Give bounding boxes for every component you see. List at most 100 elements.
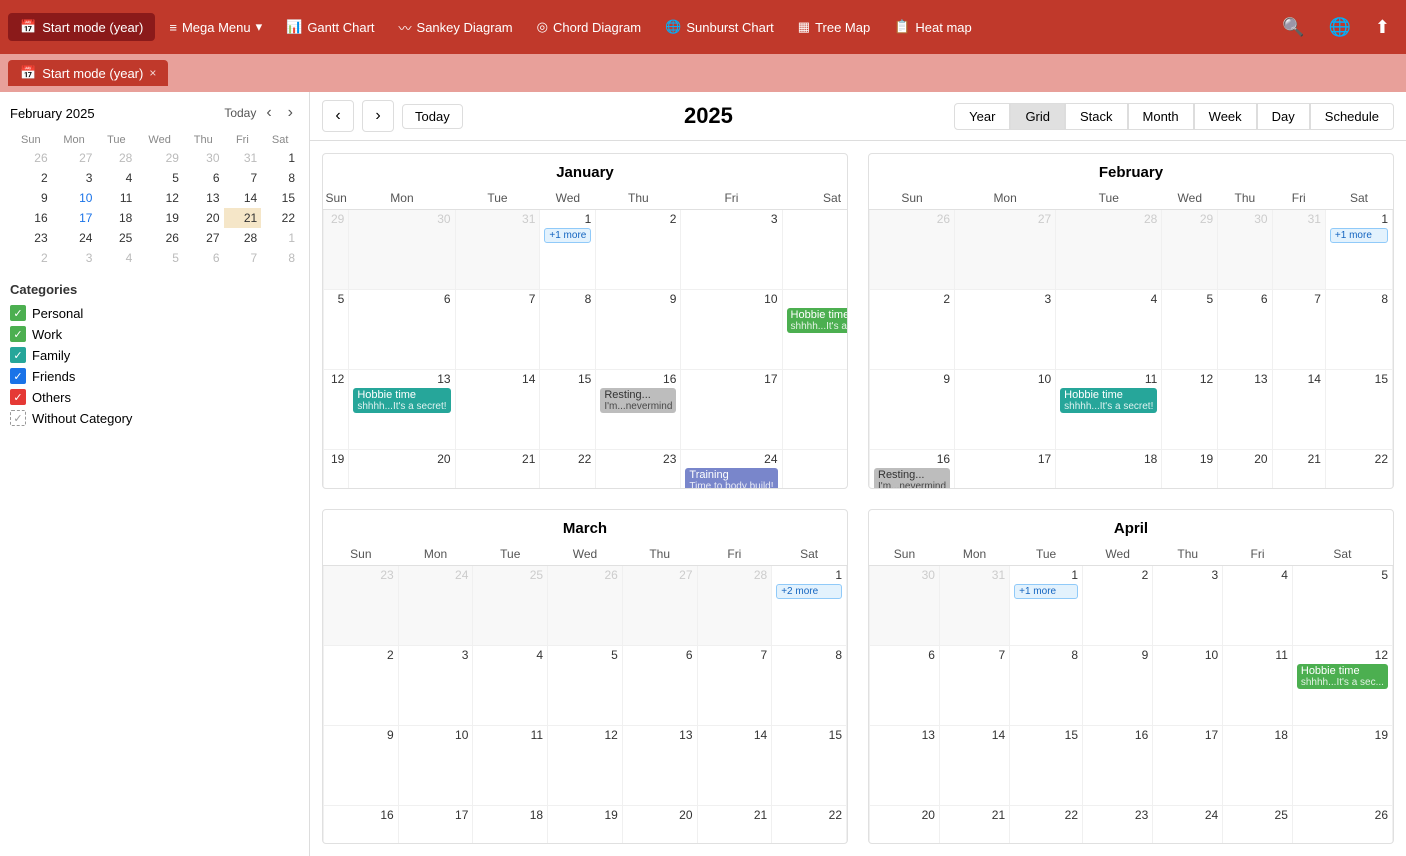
month-day-cell[interactable]: 14 [697, 725, 772, 805]
mini-cal-day[interactable]: 19 [136, 208, 183, 228]
month-day-cell[interactable]: 2 [870, 290, 955, 370]
share-button[interactable]: ⬆ [1367, 13, 1398, 42]
month-day-cell[interactable]: 10 [398, 725, 473, 805]
event-pill[interactable]: TrainingTime to body build! [685, 468, 777, 489]
mini-cal-day[interactable]: 1 [261, 148, 299, 168]
mega-menu-button[interactable]: ≡ Mega Menu ▾ [159, 13, 272, 41]
mini-cal-day[interactable]: 15 [261, 188, 299, 208]
month-day-cell[interactable]: 10 [681, 290, 782, 370]
month-day-cell[interactable]: 5 [1162, 290, 1218, 370]
view-btn-grid[interactable]: Grid [1010, 103, 1065, 130]
month-day-cell[interactable]: 13 [1218, 370, 1272, 450]
month-day-cell[interactable]: 28 [697, 565, 772, 645]
mini-cal-day[interactable]: 10 [52, 188, 97, 208]
month-day-cell[interactable]: 18 [473, 805, 548, 844]
heat-map-button[interactable]: 📋 Heat map [884, 13, 982, 41]
month-day-cell[interactable]: 11Hobbie timeshhhh...It's a sec... [782, 290, 848, 370]
month-day-cell[interactable]: 13 [622, 725, 697, 805]
mini-cal-day[interactable]: 13 [183, 188, 224, 208]
month-day-cell[interactable]: 2 [324, 645, 399, 725]
month-day-cell[interactable]: 22 [540, 450, 596, 489]
mini-cal-day[interactable]: 31 [224, 148, 262, 168]
month-day-cell[interactable]: 11 [473, 725, 548, 805]
month-day-cell[interactable]: 1+1 more [540, 210, 596, 290]
month-day-cell[interactable]: 3 [681, 210, 782, 290]
month-day-cell[interactable]: 12 [324, 370, 349, 450]
month-day-cell[interactable]: 22 [772, 805, 847, 844]
month-day-cell[interactable]: 18 [1056, 450, 1162, 489]
gantt-chart-button[interactable]: 📊 Gantt Chart [276, 13, 384, 41]
month-day-cell[interactable]: 14 [1272, 370, 1325, 450]
category-item[interactable]: ✓Others [10, 389, 299, 405]
month-day-cell[interactable]: 2 [1083, 565, 1153, 645]
month-day-cell[interactable]: 25 [473, 565, 548, 645]
mini-cal-day[interactable]: 29 [136, 148, 183, 168]
event-pill[interactable]: +1 more [1330, 228, 1388, 243]
month-day-cell[interactable]: 4 [1056, 290, 1162, 370]
month-day-cell[interactable]: 4 [473, 645, 548, 725]
month-day-cell[interactable]: 29 [324, 210, 349, 290]
month-day-cell[interactable]: 13 [870, 725, 940, 805]
month-day-cell[interactable]: 21 [697, 805, 772, 844]
search-button[interactable]: 🔍 [1274, 13, 1312, 42]
month-day-cell[interactable]: 12Hobbie timeshhhh...It's a sec... [1292, 645, 1392, 725]
month-day-cell[interactable]: 23 [1083, 805, 1153, 844]
mini-cal-day[interactable]: 22 [261, 208, 299, 228]
month-day-cell[interactable]: 23 [324, 565, 399, 645]
mini-cal-day[interactable]: 4 [96, 168, 136, 188]
month-day-cell[interactable]: 8 [1010, 645, 1083, 725]
mini-cal-day[interactable]: 2 [10, 168, 52, 188]
month-day-cell[interactable]: 7 [455, 290, 540, 370]
month-day-cell[interactable]: 13Hobbie timeshhhh...It's a secret! [349, 370, 455, 450]
month-day-cell[interactable]: 16Resting...I'm...nevermind [870, 450, 955, 489]
category-checkbox[interactable]: ✓ [10, 368, 26, 384]
mini-prev-button[interactable]: ‹ [260, 102, 277, 124]
event-pill[interactable]: Resting...I'm...nevermind [600, 388, 676, 413]
mini-cal-day[interactable]: 30 [183, 148, 224, 168]
event-pill[interactable]: +2 more [776, 584, 842, 599]
month-day-cell[interactable]: 1+1 more [1010, 565, 1083, 645]
month-day-cell[interactable]: 17 [681, 370, 782, 450]
mini-cal-day[interactable]: 14 [224, 188, 262, 208]
month-day-cell[interactable]: 26 [870, 210, 955, 290]
month-day-cell[interactable]: 19 [1162, 450, 1218, 489]
month-day-cell[interactable]: 19 [324, 450, 349, 489]
cal-next-button[interactable]: › [362, 100, 394, 132]
chord-diagram-button[interactable]: ◎ Chord Diagram [527, 13, 652, 41]
month-day-cell[interactable]: 18 [1223, 725, 1293, 805]
month-day-cell[interactable]: 6 [870, 645, 940, 725]
mini-cal-day[interactable]: 3 [52, 248, 97, 268]
mini-next-button[interactable]: › [282, 102, 299, 124]
month-day-cell[interactable]: 6 [1218, 290, 1272, 370]
start-mode-tab[interactable]: 📅 Start mode (year) × [8, 60, 168, 86]
month-day-cell[interactable]: 8 [540, 290, 596, 370]
month-day-cell[interactable]: 24TrainingTime to body build! [681, 450, 782, 489]
event-pill[interactable]: Hobbie timeshhhh...It's a sec... [787, 308, 848, 333]
mini-cal-day[interactable]: 4 [96, 248, 136, 268]
month-day-cell[interactable]: 6 [349, 290, 455, 370]
month-day-cell[interactable]: 19 [548, 805, 623, 844]
event-pill[interactable]: Hobbie timeshhhh...It's a sec... [1297, 664, 1388, 689]
month-day-cell[interactable]: 30 [349, 210, 455, 290]
month-day-cell[interactable]: 21 [455, 450, 540, 489]
month-day-cell[interactable]: 2 [596, 210, 681, 290]
category-item[interactable]: ✓Personal [10, 305, 299, 321]
month-day-cell[interactable]: 30 [1218, 210, 1272, 290]
month-day-cell[interactable]: 22 [1325, 450, 1392, 489]
mini-today-button[interactable]: Today [224, 106, 256, 120]
event-pill[interactable]: +1 more [544, 228, 591, 243]
month-day-cell[interactable]: 18 [782, 370, 848, 450]
month-day-cell[interactable]: 9 [324, 725, 399, 805]
mini-cal-day[interactable]: 5 [136, 168, 183, 188]
month-day-cell[interactable]: 7 [697, 645, 772, 725]
mini-cal-day[interactable]: 5 [136, 248, 183, 268]
month-day-cell[interactable]: 21 [1272, 450, 1325, 489]
month-day-cell[interactable]: 16 [324, 805, 399, 844]
month-day-cell[interactable]: 8 [1325, 290, 1392, 370]
category-item[interactable]: ✓Without Category [10, 410, 299, 426]
view-btn-day[interactable]: Day [1257, 103, 1310, 130]
month-day-cell[interactable]: 9 [596, 290, 681, 370]
mini-cal-day[interactable]: 26 [136, 228, 183, 248]
event-pill[interactable]: Hobbie timeshhhh...It's a secret! [353, 388, 450, 413]
mini-cal-day[interactable]: 7 [224, 248, 262, 268]
